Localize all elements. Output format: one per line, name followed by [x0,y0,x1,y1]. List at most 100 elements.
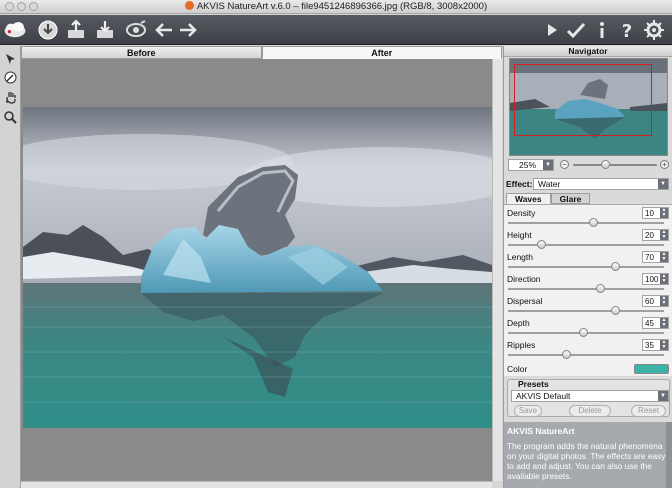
svg-text:?: ? [622,21,632,42]
param-value: 45 [645,319,654,328]
param-value-field[interactable]: 20 ▲ ▼ [642,229,669,241]
color-row: Color [504,361,672,377]
brush-icon[interactable] [124,18,148,42]
param-value-field[interactable]: 60 ▲ ▼ [642,295,669,307]
presets-group: Presets AKVIS Default ▼ Save Delete Reset [507,379,670,417]
spinner-icon[interactable]: ▲ ▼ [660,274,668,284]
window-controls [5,2,41,16]
minimize-window-button[interactable] [17,2,26,11]
param-slider-track[interactable] [508,354,664,356]
close-window-button[interactable] [5,2,14,11]
effect-select[interactable]: Water ▼ [533,178,669,190]
spinner-icon[interactable]: ▲ ▼ [660,340,668,350]
image-canvas[interactable] [21,59,492,481]
param-slider-thumb[interactable] [596,284,606,293]
arrow-select-icon[interactable] [3,52,18,67]
hint-scrollbar[interactable] [666,422,672,488]
app-logo-icon[interactable] [3,18,33,42]
zoom-value: 25% [519,160,537,170]
open-icon[interactable] [36,18,60,42]
param-value-field[interactable]: 35 ▲ ▼ [642,339,669,351]
zoom-window-button[interactable] [29,2,38,11]
spinner-icon[interactable]: ▲ ▼ [660,252,668,262]
window-titlebar: AKVIS NatureArt v.6.0 – file945124689636… [0,0,672,14]
result-photo [23,107,492,428]
param-slider-track[interactable] [508,310,664,312]
navigator-title: Navigator [504,46,672,57]
hand-icon[interactable] [3,90,18,105]
param-label: Dispersal [507,296,543,306]
param-value: 20 [645,231,654,240]
param-slider-track[interactable] [508,288,664,290]
param-slider-track[interactable] [508,244,664,246]
param-slider-track[interactable] [508,222,664,224]
chevron-down-icon: ▼ [658,391,668,401]
help-icon[interactable]: ? [615,18,639,42]
spinner-icon[interactable]: ▲ ▼ [660,296,668,306]
param-label: Density [507,208,536,218]
color-swatch[interactable] [634,364,669,374]
tab-before[interactable]: Before [21,46,262,59]
chevron-down-icon: ▼ [543,160,553,170]
param-label: Depth [507,318,530,328]
spinner-icon[interactable]: ▲ ▼ [660,230,668,240]
preset-delete-button[interactable]: Delete [569,405,611,417]
run-icon[interactable] [540,18,564,42]
tab-glare[interactable]: Glare [550,193,591,204]
canvas-horizontal-scrollbar[interactable] [21,481,492,488]
spinner-icon[interactable]: ▲ ▼ [660,318,668,328]
window-title: AKVIS NatureArt v.6.0 – file945124689636… [196,1,488,12]
hint-text: The program adds the natural phenomena o… [507,441,666,481]
tab-after[interactable]: After [261,46,502,59]
param-depth: Depth 45 ▲ ▼ [504,317,672,339]
zoom-row: 25% ▼ − + [508,159,670,173]
zoom-out-button[interactable]: − [560,160,569,169]
param-dispersal: Dispersal 60 ▲ ▼ [504,295,672,317]
hint-panel: AKVIS NatureArt The program adds the nat… [504,422,672,488]
param-ripples: Ripples 35 ▲ ▼ [504,339,672,361]
effect-label: Effect: [506,179,533,189]
canvas-vertical-scrollbar[interactable] [492,59,502,481]
param-slider-thumb[interactable] [562,350,572,359]
zoom-icon[interactable] [3,110,18,125]
undo-arrow-icon[interactable] [152,18,176,42]
chevron-down-icon: ▼ [658,179,668,189]
param-value-field[interactable]: 70 ▲ ▼ [642,251,669,263]
param-value: 70 [645,253,654,262]
zoom-slider-track[interactable] [573,164,657,166]
zoom-slider-thumb[interactable] [601,160,611,169]
presets-title: Presets [518,379,549,389]
zoom-select[interactable]: 25% ▼ [508,159,554,171]
redo-arrow-icon[interactable] [176,18,200,42]
param-slider-thumb[interactable] [537,240,547,249]
zoom-in-button[interactable]: + [660,160,669,169]
main-toolbar: ? [0,15,672,45]
effect-value: Water [538,179,561,189]
param-value-field[interactable]: 100 ▲ ▼ [642,273,669,285]
settings-gear-icon[interactable] [642,18,666,42]
param-direction: Direction 100 ▲ ▼ [504,273,672,295]
param-value-field[interactable]: 45 ▲ ▼ [642,317,669,329]
param-slider-thumb[interactable] [578,328,588,337]
tab-waves[interactable]: Waves [506,193,551,204]
param-value-field[interactable]: 10 ▲ ▼ [642,207,669,219]
apply-checkmark-icon[interactable] [564,18,588,42]
save-icon[interactable] [64,18,88,42]
info-icon[interactable] [590,18,614,42]
param-slider-track[interactable] [508,266,664,268]
preset-reset-button[interactable]: Reset [631,405,666,417]
effect-subtabs: Waves Glare [506,193,591,204]
preset-value: AKVIS Default [516,391,571,401]
eyedropper-icon[interactable] [3,70,18,85]
spinner-icon[interactable]: ▲ ▼ [660,208,668,218]
print-icon[interactable] [93,18,117,42]
param-slider-thumb[interactable] [588,218,598,227]
param-value: 10 [645,209,654,218]
preset-select[interactable]: AKVIS Default ▼ [511,390,669,402]
param-slider-thumb[interactable] [610,262,620,271]
param-value: 100 [645,275,659,284]
preset-save-button[interactable]: Save [514,405,542,417]
param-slider-thumb[interactable] [610,306,620,315]
navigator-viewport-frame[interactable] [514,64,652,136]
color-label: Color [507,364,528,374]
